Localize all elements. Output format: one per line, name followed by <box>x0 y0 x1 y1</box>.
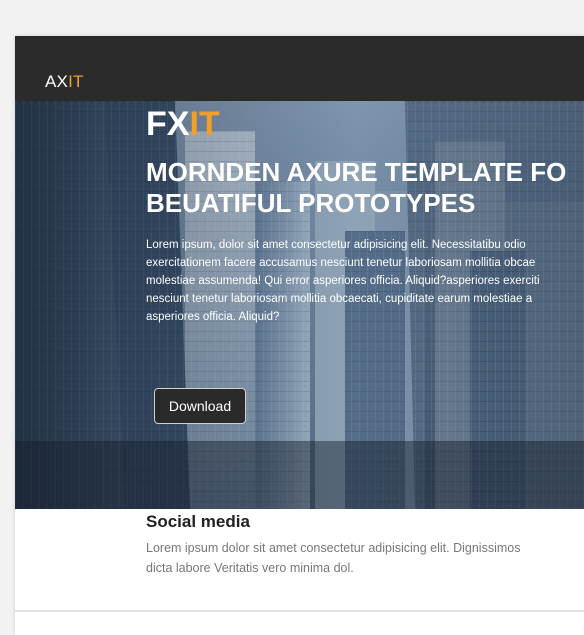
hero-brand-suffix: IT <box>189 105 220 143</box>
hero-description-line: asperiores officia. Aliquid? <box>146 311 280 323</box>
page-frame: AXIT FXIT MORNDEN AXURE TEMPLATE FO BEUA… <box>15 36 584 635</box>
hero-title-line: MORNDEN AXURE TEMPLATE FO <box>146 157 567 187</box>
download-button[interactable]: Download <box>154 388 246 424</box>
hero-description-line: exercitationem facere accusamus nesciunt… <box>146 257 536 269</box>
nav-logo[interactable]: AXIT <box>45 72 84 92</box>
hero-brand: FXIT <box>146 105 220 144</box>
social-media-section: Social media Lorem ipsum dolor sit amet … <box>146 512 584 578</box>
hero-description-line: Lorem ipsum, dolor sit amet consectetur … <box>146 239 526 251</box>
section-divider <box>15 610 584 612</box>
hero-description-line: molestiae assumenda! Qui error asperiore… <box>146 275 540 287</box>
nav-logo-suffix: IT <box>68 72 84 91</box>
section-description-line: Lorem ipsum dolor sit amet consectetur a… <box>146 541 521 555</box>
section-description-line: dicta labore Veritatis vero minima dol. <box>146 561 354 575</box>
hero-description-line: nesciunt tenetur laboriosam mollitia obc… <box>146 293 533 305</box>
section-description: Lorem ipsum dolor sit amet consectetur a… <box>146 538 584 578</box>
hero-title: MORNDEN AXURE TEMPLATE FO BEUATIFUL PROT… <box>146 157 584 219</box>
hero-banner: FXIT MORNDEN AXURE TEMPLATE FO BEUATIFUL… <box>15 101 584 509</box>
nav-logo-prefix: AX <box>45 72 69 91</box>
hero-title-line: BEUATIFUL PROTOTYPES <box>146 188 476 218</box>
section-title: Social media <box>146 512 250 531</box>
hero-description: Lorem ipsum, dolor sit amet consectetur … <box>146 236 584 326</box>
hero-brand-prefix: FX <box>146 105 190 143</box>
navbar: AXIT <box>15 36 584 101</box>
